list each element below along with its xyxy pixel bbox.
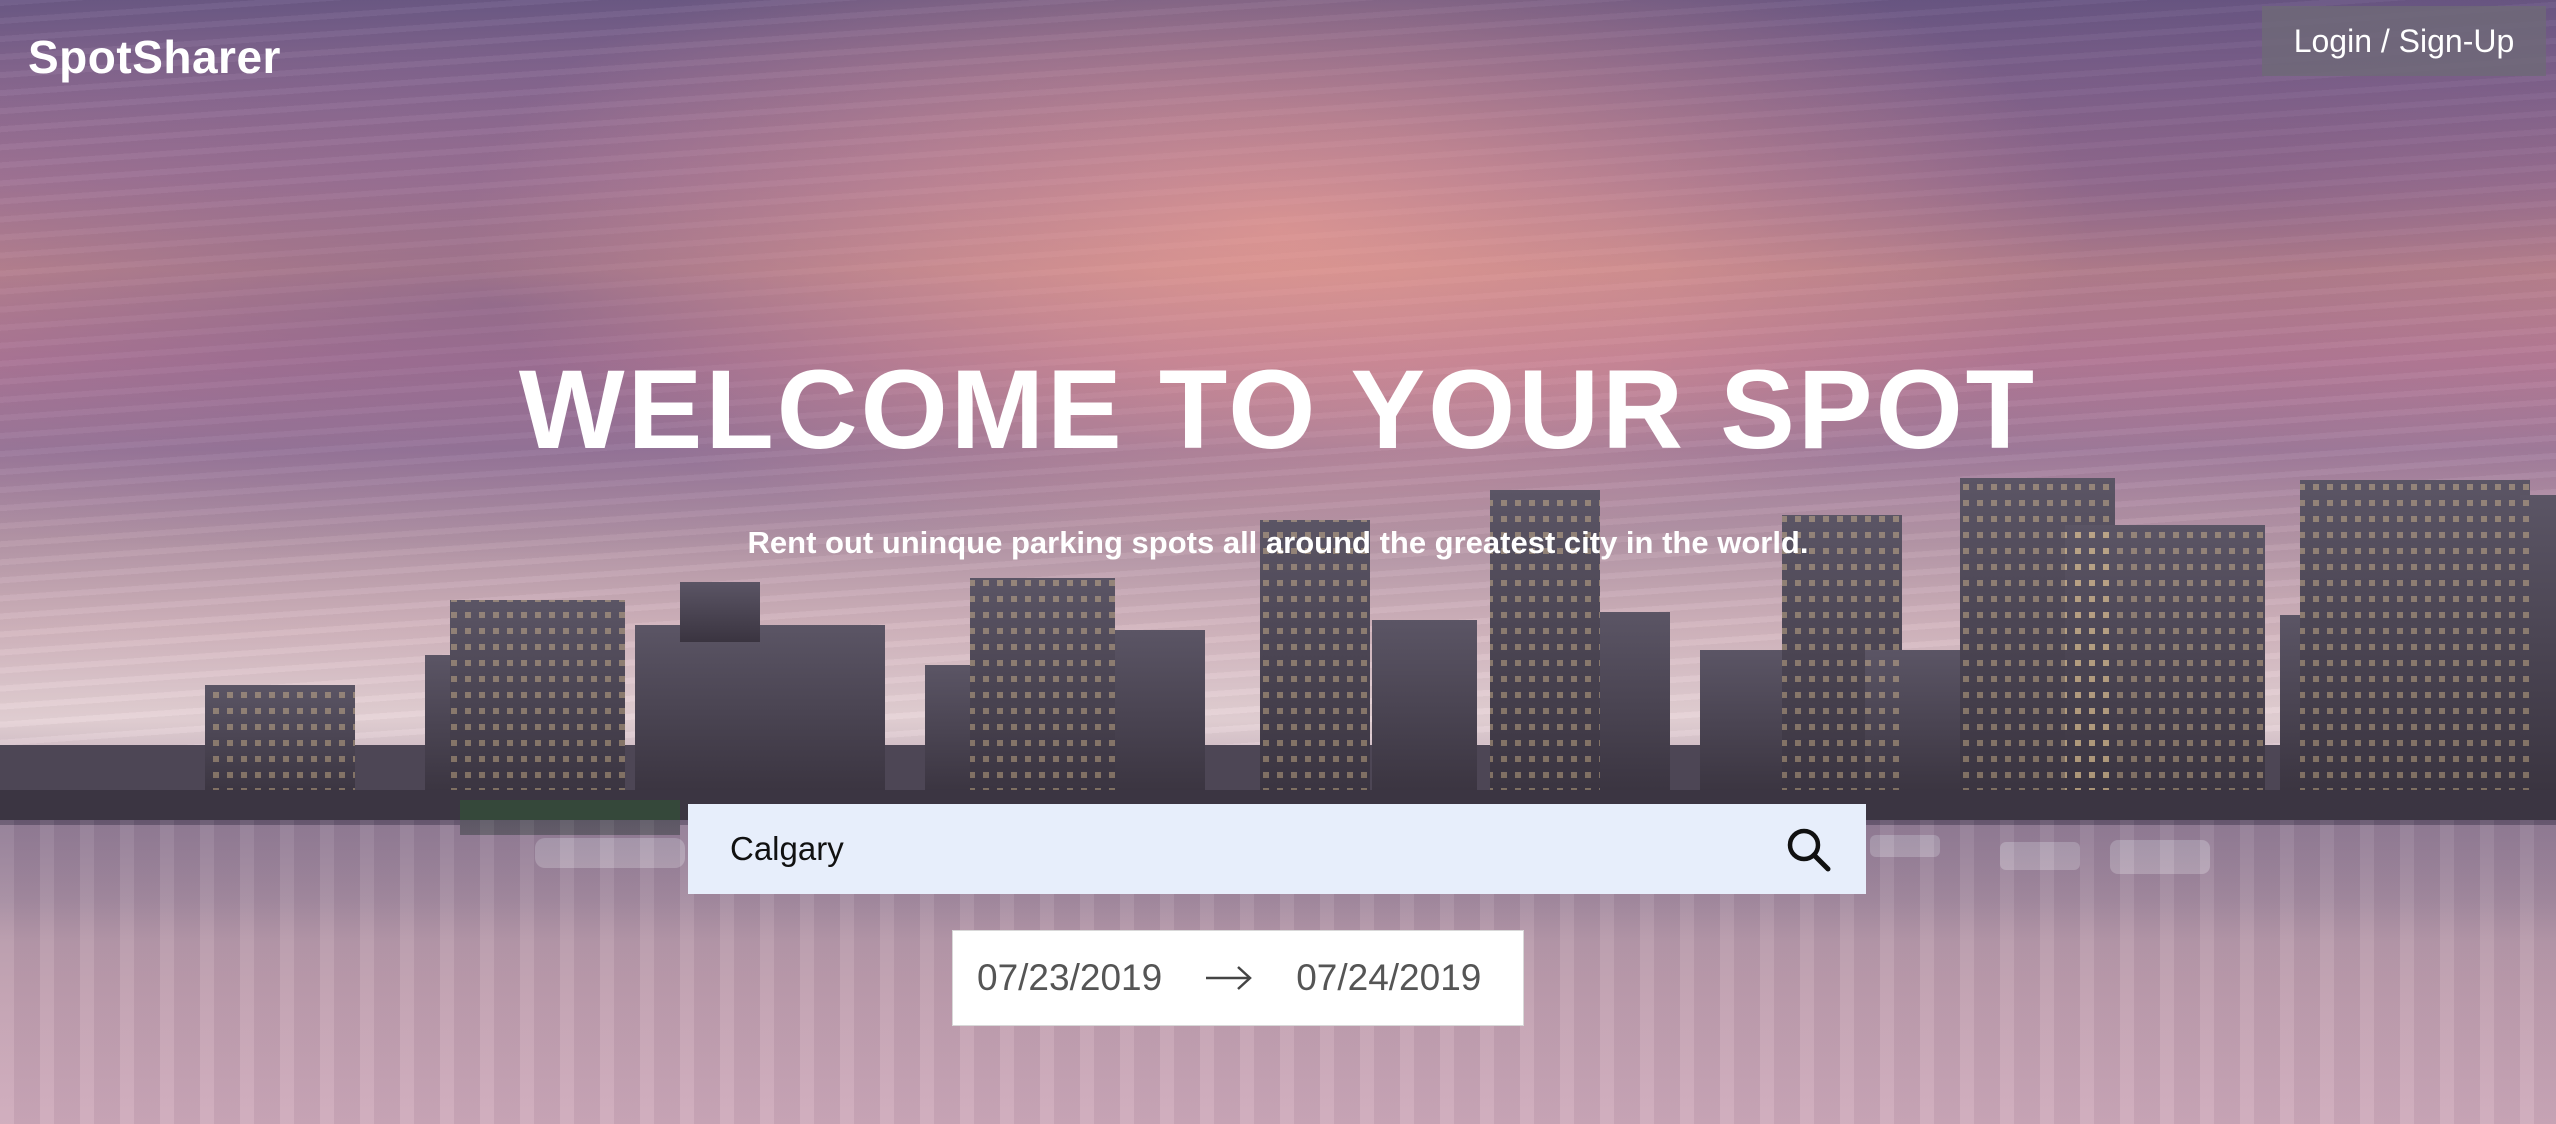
date-range-picker[interactable]: 07/23/2019 07/24/2019 (952, 930, 1524, 1026)
login-signup-button[interactable]: Login / Sign-Up (2262, 6, 2546, 76)
hero-background: SpotSharer Login / Sign-Up WELCOME TO YO… (0, 0, 2556, 1124)
location-search-bar (688, 803, 1866, 895)
location-search-input[interactable] (688, 803, 1776, 895)
brand-logo[interactable]: SpotSharer (28, 30, 281, 84)
hero-subtitle: Rent out uninque parking spots all aroun… (747, 525, 1809, 560)
hero-title: WELCOME TO YOUR SPOT (518, 347, 2038, 472)
end-date[interactable]: 07/24/2019 (1296, 957, 1481, 999)
start-date[interactable]: 07/23/2019 (977, 957, 1162, 999)
arrow-right-icon (1206, 963, 1253, 993)
search-icon[interactable] (1776, 817, 1840, 881)
